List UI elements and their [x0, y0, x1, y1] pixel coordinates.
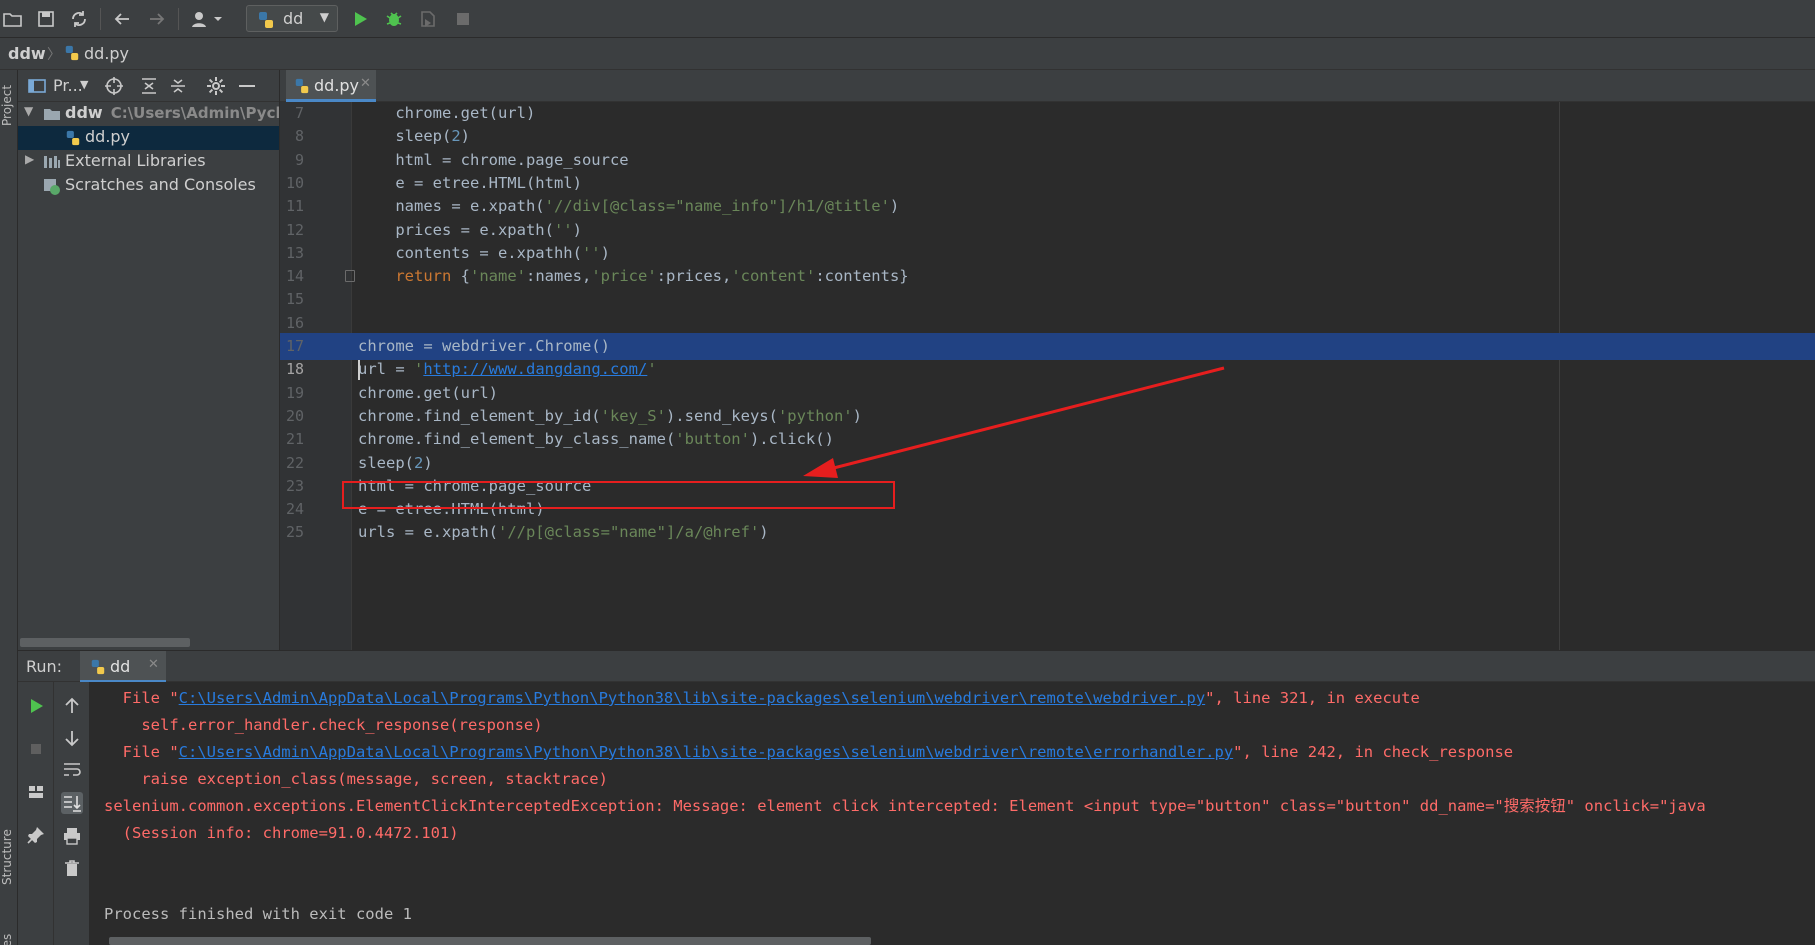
editor-tab-bar: dd.py ✕ [280, 70, 1815, 102]
vcs-user-icon[interactable] [190, 8, 224, 30]
save-icon[interactable] [35, 8, 57, 30]
chevron-down-icon[interactable]: ▼ [24, 104, 33, 118]
python-file-icon [294, 78, 310, 98]
chevron-right-icon[interactable]: ▶ [25, 152, 34, 166]
tree-item-dd-py[interactable]: dd.py [18, 126, 279, 150]
locate-target-icon[interactable] [104, 76, 124, 100]
fold-marker-icon[interactable] [345, 270, 355, 283]
favorites-tool-window-label[interactable]: Favorites [0, 934, 14, 945]
file-link[interactable]: C:\Users\Admin\AppData\Local\Programs\Py… [179, 743, 1234, 761]
tree-item-project-root[interactable]: ▼ ddw C:\Users\Admin\Pych [18, 102, 280, 126]
stop-icon[interactable] [25, 738, 47, 760]
arrow-up-icon[interactable] [61, 695, 83, 717]
scratches-icon [43, 178, 61, 200]
highlight-box-annotation [342, 481, 895, 509]
console-line: (Session info: chrome=91.0.4472.101) [104, 824, 459, 842]
console-line: selenium.common.exceptions.ElementClickI… [104, 797, 1706, 815]
editor-tab-dd-py[interactable]: dd.py ✕ [286, 70, 376, 102]
breadcrumb-project[interactable]: ddw [8, 44, 46, 63]
python-file-icon [257, 11, 275, 33]
run-toolbar-primary [18, 682, 54, 945]
gear-icon[interactable] [206, 76, 226, 100]
file-link[interactable]: C:\Users\Admin\AppData\Local\Programs\Py… [179, 689, 1206, 707]
project-panel-header: Pr... ▼ [18, 70, 279, 102]
library-icon [43, 154, 61, 174]
main-toolbar: dd ▼ [0, 0, 1815, 38]
tree-item-label: dd.py [85, 127, 131, 146]
folder-icon [43, 106, 61, 126]
forward-arrow-icon[interactable] [146, 8, 168, 30]
code-editor: dd.py ✕ 7 chrome.get(url) 8 sleep(2) 9 htm… [280, 70, 1815, 650]
line-number: 25 [285, 523, 304, 542]
run-console-output[interactable]: File "C:\Users\Admin\AppData\Local\Progr… [90, 682, 1815, 945]
run-configuration-select[interactable]: dd ▼ [246, 5, 338, 32]
back-arrow-icon[interactable] [111, 8, 133, 30]
run-toolbar-secondary [54, 682, 90, 945]
debug-bug-icon[interactable] [383, 8, 405, 30]
code-text: urls = e.xpath('//p[@class="name"]/a/@hr… [358, 523, 769, 542]
tree-item-scratches[interactable]: Scratches and Consoles [18, 174, 279, 200]
open-folder-icon[interactable] [2, 8, 24, 30]
arrow-down-icon[interactable] [61, 727, 83, 749]
stop-icon[interactable] [452, 8, 474, 30]
collapse-all-icon[interactable] [168, 76, 188, 100]
scroll-to-end-icon[interactable] [61, 792, 83, 814]
python-file-icon [64, 45, 80, 65]
pin-icon[interactable] [25, 824, 47, 846]
close-icon[interactable]: ✕ [360, 76, 371, 91]
chevron-down-icon: ▼ [319, 10, 329, 24]
console-line: File "C:\Users\Admin\AppData\Local\Progr… [104, 743, 1514, 761]
run-tab-label: dd [110, 657, 131, 676]
code-line[interactable]: 25 urls = e.xpath('//p[@class="name"]/a/@… [280, 519, 1815, 546]
console-line: File "C:\Users\Admin\AppData\Local\Progr… [104, 689, 1420, 707]
run-panel-label: Run: [26, 657, 63, 676]
structure-tool-window-label[interactable]: Structure [0, 829, 14, 885]
project-view-icon [28, 78, 46, 98]
breadcrumb-separator-icon: 〉 [47, 47, 61, 63]
text-caret [358, 360, 360, 381]
soft-wrap-icon[interactable] [61, 759, 83, 781]
trash-icon[interactable] [61, 857, 83, 879]
python-file-icon [90, 659, 106, 679]
rerun-icon[interactable] [25, 695, 47, 717]
console-line: self.error_handler.check_response(respon… [104, 716, 543, 734]
console-horizontal-scrollbar[interactable] [109, 937, 871, 945]
horizontal-scrollbar[interactable] [20, 638, 190, 647]
run-icon[interactable] [349, 8, 371, 30]
expand-all-icon[interactable] [139, 76, 159, 100]
run-config-label: dd [283, 9, 304, 28]
tree-item-external-libraries[interactable]: ▶ External Libraries [18, 150, 279, 174]
project-view-select[interactable]: Pr... [53, 76, 83, 95]
run-tab-dd[interactable]: dd ✕ [80, 651, 166, 683]
chevron-down-icon[interactable]: ▼ [80, 78, 88, 91]
tab-label: dd.py [314, 76, 360, 95]
tree-item-label: Scratches and Consoles [65, 175, 256, 194]
console-line: Process finished with exit code 1 [104, 905, 412, 923]
run-panel-header: Run: dd ✕ [18, 650, 1815, 683]
python-file-icon [65, 130, 81, 150]
close-icon[interactable]: ✕ [148, 657, 159, 672]
sync-icon[interactable] [68, 8, 90, 30]
console-line: raise exception_class(message, screen, s… [104, 770, 608, 788]
tree-item-label: External Libraries [65, 151, 206, 170]
navigation-breadcrumb: ddw 〉 dd.py [0, 38, 1815, 70]
print-icon[interactable] [61, 825, 83, 847]
tree-item-label: ddw C:\Users\Admin\Pych [65, 103, 280, 122]
left-tool-strip: Project Structure Favorites [0, 70, 18, 945]
project-tool-window-label[interactable]: Project [0, 85, 14, 126]
project-panel: Pr... ▼ ▼ ddw C:\Users\Admin\Pych dd.py ▶ [18, 70, 280, 650]
breadcrumb-file[interactable]: dd.py [84, 44, 129, 63]
layout-icon[interactable] [25, 781, 47, 803]
coverage-icon[interactable] [417, 8, 439, 30]
minimize-icon[interactable] [239, 85, 255, 87]
